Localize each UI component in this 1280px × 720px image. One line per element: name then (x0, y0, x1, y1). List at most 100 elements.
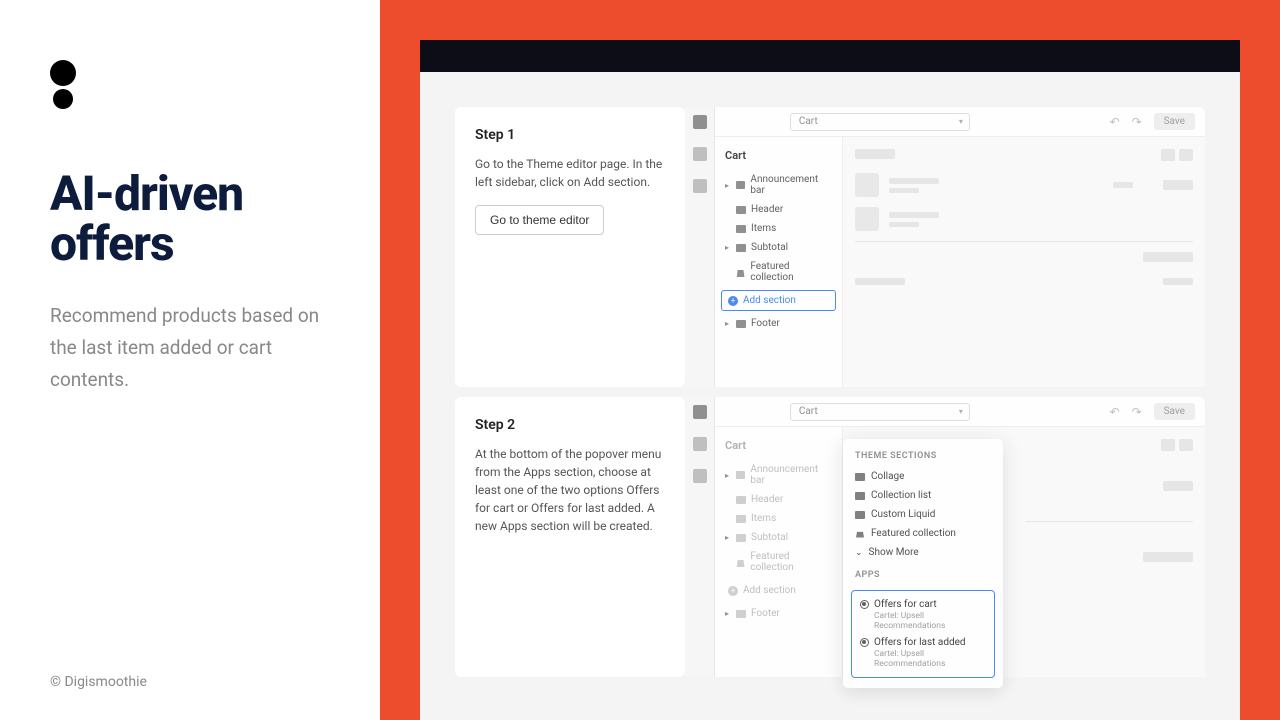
placeholder-bar (1143, 552, 1193, 562)
section-label: Featured collection (750, 551, 832, 573)
sidebar-heading: Cart (715, 145, 842, 170)
preview-row (1025, 481, 1193, 491)
undo-icon[interactable]: ↶ (1110, 405, 1124, 419)
step-row-1: Step 1 Go to the Theme editor page. In t… (455, 107, 1205, 387)
logo-dot-bottom (53, 89, 73, 109)
app-subtitle: Cartel: Upsell Recommendations (874, 611, 986, 631)
sections-icon[interactable] (693, 405, 707, 419)
step-row-2: Step 2 At the bottom of the popover menu… (455, 397, 1205, 677)
theme-settings-icon[interactable] (693, 437, 707, 451)
editor-sidebar: Cart ▸Announcement bar Header Items ▸Sub… (715, 137, 843, 387)
placeholder-bar (855, 149, 895, 159)
section-header[interactable]: Header (715, 200, 842, 219)
placeholder-bar (1163, 278, 1193, 285)
add-section-button[interactable]: +Add section (721, 290, 836, 311)
placeholder-bar (855, 278, 905, 285)
popover-item-featured-collection[interactable]: Featured collection (843, 524, 1003, 543)
section-footer[interactable]: ▸Footer (715, 314, 842, 333)
section-header[interactable]: Header (715, 490, 842, 509)
header-actions: ↶ ↷ Save (1110, 403, 1195, 420)
logo (50, 60, 330, 109)
show-more-label: Show More (869, 547, 919, 558)
item-label: Collage (871, 471, 904, 482)
apps-highlighted-box: Offers for cart Cartel: Upsell Recommend… (851, 590, 995, 678)
item-label: Collection list (871, 490, 931, 501)
header-actions: ↶ ↷ Save (1110, 113, 1195, 130)
section-subtotal[interactable]: ▸Subtotal (715, 238, 842, 257)
editor-body: Cart ▸Announcement bar Header Items ▸Sub… (715, 137, 1205, 387)
editor-body: Cart ▸Announcement bar Header Items ▸Sub… (715, 427, 1205, 677)
editor-toolbar (685, 397, 715, 677)
step-2-title: Step 2 (475, 417, 665, 433)
popover-item-collection-list[interactable]: Collection list (843, 486, 1003, 505)
save-button[interactable]: Save (1154, 403, 1195, 420)
popover-item-custom-liquid[interactable]: Custom Liquid (843, 505, 1003, 524)
add-section-popover: THEME SECTIONS Collage Collection list C… (843, 439, 1003, 688)
redo-icon[interactable]: ↷ (1132, 405, 1146, 419)
step-1-desc: Go to the Theme editor page. In the left… (475, 155, 665, 191)
plus-icon: + (728, 586, 738, 596)
sidebar-heading: Cart (715, 435, 842, 460)
redo-icon[interactable]: ↷ (1132, 115, 1146, 129)
section-subtotal[interactable]: ▸Subtotal (715, 528, 842, 547)
section-featured-collection[interactable]: Featured collection (715, 547, 842, 577)
divider (1025, 521, 1193, 522)
placeholder-img (855, 173, 879, 197)
app-icon (860, 600, 869, 609)
page-selector[interactable]: Cart (790, 113, 970, 131)
page-selector[interactable]: Cart (790, 403, 970, 421)
app-embeds-icon[interactable] (693, 469, 707, 483)
preview-row (855, 173, 1193, 197)
section-items[interactable]: Items (715, 509, 842, 528)
section-label: Items (751, 223, 776, 234)
section-footer[interactable]: ▸Footer (715, 604, 842, 623)
editor-sidebar: Cart ▸Announcement bar Header Items ▸Sub… (715, 427, 843, 677)
editor-toolbar (685, 107, 715, 387)
preview-icons (1161, 149, 1193, 161)
preview-header (855, 149, 1193, 161)
step-2-card: Step 2 At the bottom of the popover menu… (455, 397, 685, 677)
section-announcement-bar[interactable]: ▸Announcement bar (715, 460, 842, 490)
undo-icon[interactable]: ↶ (1110, 115, 1124, 129)
page-title: AI-driven offers (50, 169, 330, 270)
preview-icons (1161, 439, 1193, 451)
sections-icon[interactable] (693, 115, 707, 129)
app-offers-for-cart[interactable]: Offers for cart Cartel: Upsell Recommend… (852, 596, 994, 634)
editor-mock-1: Cart ↶ ↷ Save Cart ▸Announcement bar Hea… (685, 107, 1205, 387)
section-label: Subtotal (751, 242, 788, 253)
app-subtitle: Cartel: Upsell Recommendations (874, 649, 986, 669)
right-panel: Step 1 Go to the Theme editor page. In t… (380, 0, 1280, 720)
window-titlebar (420, 40, 1240, 72)
section-featured-collection[interactable]: Featured collection (715, 257, 842, 287)
editor-header: Cart ↶ ↷ Save (715, 397, 1205, 427)
theme-settings-icon[interactable] (693, 147, 707, 161)
section-items[interactable]: Items (715, 219, 842, 238)
section-label: Header (751, 494, 783, 505)
step-2-desc: At the bottom of the popover menu from t… (475, 445, 665, 535)
page-subtitle: Recommend products based on the last ite… (50, 300, 330, 397)
step-1-title: Step 1 (475, 127, 665, 143)
save-button[interactable]: Save (1154, 113, 1195, 130)
section-label: Header (751, 204, 783, 215)
section-label: Featured collection (750, 261, 832, 283)
preview-row (855, 207, 1193, 231)
go-to-theme-editor-button[interactable]: Go to theme editor (475, 205, 604, 235)
popover-item-collage[interactable]: Collage (843, 467, 1003, 486)
editor-preview (843, 137, 1205, 387)
theme-sections-heading: THEME SECTIONS (843, 449, 1003, 467)
show-more-button[interactable]: ⌄Show More (843, 543, 1003, 562)
editor-main: Cart ↶ ↷ Save Cart ▸Announcement bar Hea… (715, 107, 1205, 387)
section-label: Footer (751, 318, 780, 329)
app-title: Offers for cart (874, 599, 986, 610)
app-embeds-icon[interactable] (693, 179, 707, 193)
editor-main: Cart ↶ ↷ Save Cart ▸Announcement bar Hea… (715, 397, 1205, 677)
logo-dot-top (50, 60, 76, 86)
content-area: Step 1 Go to the Theme editor page. In t… (420, 72, 1240, 720)
section-announcement-bar[interactable]: ▸Announcement bar (715, 170, 842, 200)
item-label: Custom Liquid (871, 509, 935, 520)
app-offers-for-last-added[interactable]: Offers for last added Cartel: Upsell Rec… (852, 634, 994, 672)
section-label: Announcement bar (750, 174, 832, 196)
app-title: Offers for last added (874, 637, 986, 648)
placeholder-img (855, 207, 879, 231)
add-section-button[interactable]: +Add section (721, 580, 836, 601)
